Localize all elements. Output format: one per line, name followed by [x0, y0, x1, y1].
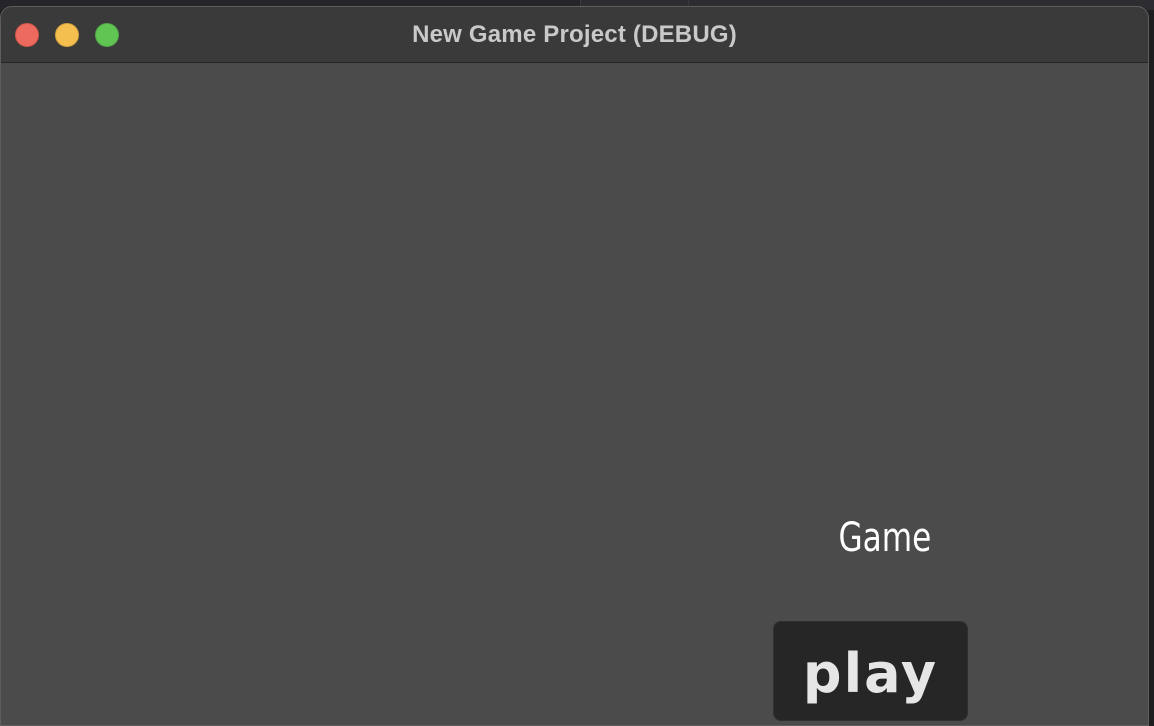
game-window: New Game Project (DEBUG) Game play — [0, 6, 1149, 726]
play-button[interactable]: play — [773, 621, 968, 721]
game-viewport[interactable]: Game play — [1, 63, 1148, 725]
title-bar[interactable]: New Game Project (DEBUG) — [1, 7, 1148, 63]
window-title: New Game Project (DEBUG) — [412, 21, 737, 48]
game-title-label: Game — [838, 515, 932, 561]
play-button-label: play — [802, 642, 939, 705]
